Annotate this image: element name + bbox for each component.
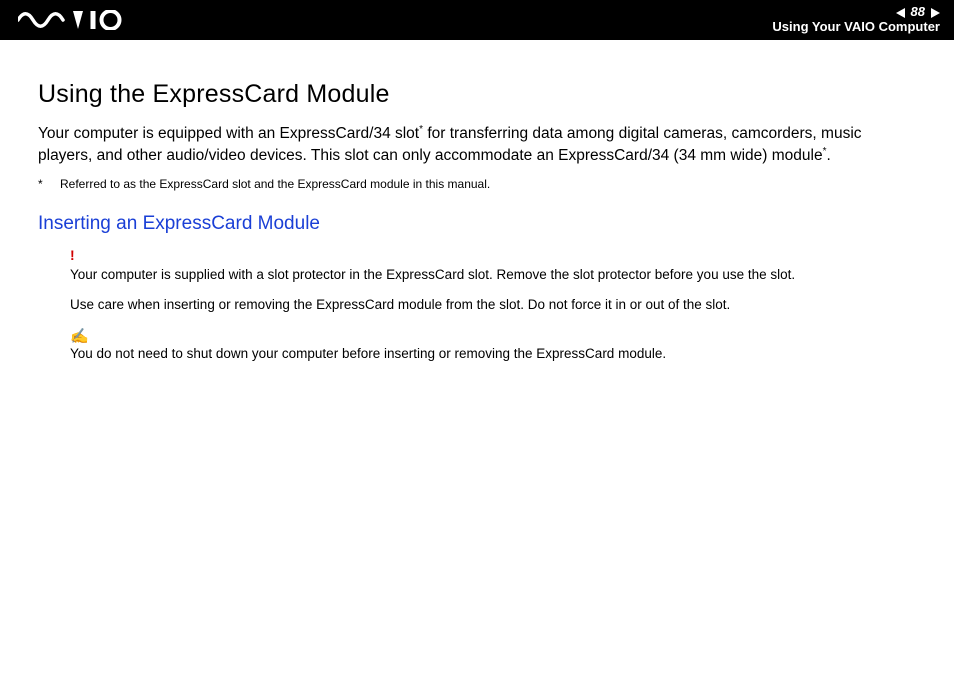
note-text: You do not need to shut down your comput… [70, 344, 916, 364]
vaio-logo [18, 0, 128, 40]
alert-text-1: Your computer is supplied with a slot pr… [70, 265, 916, 285]
intro-paragraph: Your computer is equipped with an Expres… [38, 123, 916, 167]
footnote: * Referred to as the ExpressCard slot an… [38, 177, 916, 191]
alert-icon: ! [70, 245, 916, 265]
page-content: Using the ExpressCard Module Your comput… [0, 40, 954, 363]
notes-block: ! Your computer is supplied with a slot … [38, 245, 916, 363]
section-title: Using Your VAIO Computer [772, 20, 940, 35]
next-page-arrow-icon[interactable] [931, 8, 940, 18]
note-icon: ✍ [70, 329, 916, 344]
footnote-mark: * [38, 177, 48, 191]
prev-page-arrow-icon[interactable] [896, 8, 905, 18]
intro-text-1: Your computer is equipped with an Expres… [38, 125, 419, 142]
section-heading: Inserting an ExpressCard Module [38, 213, 916, 235]
page-title: Using the ExpressCard Module [38, 80, 916, 109]
alert-text-2: Use care when inserting or removing the … [70, 295, 916, 315]
header-bar: 88 Using Your VAIO Computer [0, 0, 954, 40]
footnote-text: Referred to as the ExpressCard slot and … [60, 177, 490, 191]
page-navigator: 88 [896, 5, 940, 20]
header-right: 88 Using Your VAIO Computer [772, 5, 940, 35]
intro-text-3: . [827, 147, 831, 164]
vaio-logo-svg [18, 10, 128, 30]
page-number: 88 [911, 5, 925, 20]
